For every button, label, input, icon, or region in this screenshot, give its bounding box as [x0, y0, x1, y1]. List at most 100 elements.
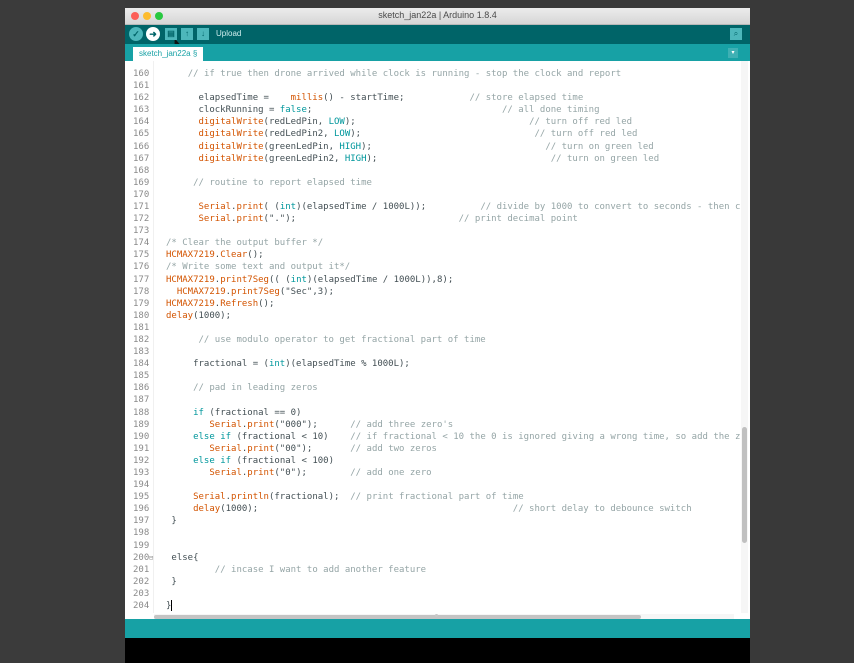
- code-function: HCMAX7219: [166, 274, 215, 285]
- vertical-scrollbar[interactable]: [741, 61, 748, 613]
- code-comment: // store elapsed time: [469, 93, 584, 104]
- line-number: 193: [133, 467, 150, 478]
- line-number: 171: [133, 201, 150, 212]
- code-line[interactable]: 185: [125, 370, 740, 382]
- code-line[interactable]: 196 delay(1000); // short delay to debou…: [125, 503, 740, 515]
- code-line[interactable]: 167 digitalWrite(greenLedPin2, HIGH); //…: [125, 153, 740, 165]
- code-line[interactable]: 178 HCMAX7219.print7Seg("Sec",3);: [125, 286, 740, 298]
- code-line[interactable]: 194: [125, 479, 740, 491]
- verify-button[interactable]: ✓: [129, 27, 143, 41]
- code-line[interactable]: 172 Serial.print("."); // print decimal …: [125, 213, 740, 225]
- code-line[interactable]: 168: [125, 165, 740, 177]
- code-comment: // divide by 1000 to convert to seconds …: [480, 201, 740, 212]
- code-line[interactable]: 186 // pad in leading zeros: [125, 382, 740, 394]
- code-editor[interactable]: 160 // if true then drone arrived while …: [125, 61, 750, 620]
- line-number: 199: [133, 540, 150, 551]
- code-line[interactable]: 176 /* Write some text and output it*/: [125, 261, 740, 273]
- code-line[interactable]: 173: [125, 225, 740, 237]
- pane-resize-handle[interactable]: [435, 614, 438, 617]
- code-function: digitalWrite: [198, 141, 264, 152]
- code-area[interactable]: 160 // if true then drone arrived while …: [125, 61, 740, 613]
- code-function: HCMAX7219: [166, 250, 215, 261]
- code-line[interactable]: 202 }: [125, 576, 740, 588]
- line-number: 185: [133, 371, 150, 382]
- code-line[interactable]: 189 Serial.print("000"); // add three ze…: [125, 419, 740, 431]
- code-line[interactable]: 192 else if (fractional < 100): [125, 455, 740, 467]
- fold-toggle-icon[interactable]: ⊟: [149, 552, 153, 564]
- code-function: print: [236, 214, 264, 225]
- code-line[interactable]: 204}: [125, 599, 740, 612]
- code-text: digitalWrite(redLedPin2, LOW); // turn o…: [166, 128, 638, 140]
- code-line[interactable]: 164 digitalWrite(redLedPin, LOW); // tur…: [125, 116, 740, 128]
- code-line[interactable]: 183: [125, 346, 740, 358]
- code-line[interactable]: 201 // incase I want to add another feat…: [125, 564, 740, 576]
- new-sketch-button[interactable]: ▤: [165, 28, 177, 40]
- code-line[interactable]: 199: [125, 540, 740, 552]
- code-line[interactable]: 182 // use modulo operator to get fracti…: [125, 334, 740, 346]
- code-line[interactable]: 177 HCMAX7219.print7Seg(( (int)(elapsedTi…: [125, 274, 740, 286]
- code-line[interactable]: 165 digitalWrite(redLedPin2, LOW); // tu…: [125, 128, 740, 140]
- code-keyword: else: [193, 455, 215, 466]
- code-line[interactable]: 162 elapsedTime = millis() - startTime; …: [125, 92, 740, 104]
- code-line[interactable]: 160 // if true then drone arrived while …: [125, 68, 740, 80]
- code-line[interactable]: 174 /* Clear the output buffer */: [125, 237, 740, 249]
- code-line[interactable]: 200 ⊟ else{: [125, 552, 740, 564]
- code-line[interactable]: 191 Serial.print("00"); // add two zeros: [125, 443, 740, 455]
- code-token: ("Sec",3);: [279, 286, 335, 297]
- code-token: }: [166, 576, 177, 587]
- code-comment: // turn off red led: [534, 129, 638, 140]
- code-line[interactable]: 198: [125, 527, 740, 539]
- code-line[interactable]: 175 HCMAX7219.Clear();: [125, 249, 740, 261]
- toolbar-hover-label: Upload: [216, 29, 242, 38]
- code-keyword: if: [220, 455, 232, 466]
- line-number: 203: [133, 588, 150, 599]
- tab-menu-button[interactable]: ▾: [728, 48, 738, 58]
- code-comment: // short delay to debounce switch: [512, 504, 692, 515]
- code-line[interactable]: 187: [125, 394, 740, 406]
- code-comment: // if true then drone arrived while cloc…: [187, 69, 622, 79]
- code-line[interactable]: 181: [125, 322, 740, 334]
- code-function: Serial: [209, 419, 242, 430]
- tab-sketch[interactable]: sketch_jan22a §: [133, 47, 204, 61]
- line-number: 160: [133, 69, 150, 79]
- code-line[interactable]: 171 Serial.print( (int)(elapsedTime / 10…: [125, 201, 740, 213]
- code-line[interactable]: 169 // routine to report elapsed time: [125, 177, 740, 189]
- code-line[interactable]: 193 Serial.print("0"); // add one zero: [125, 467, 740, 479]
- code-keyword: if: [220, 431, 232, 442]
- code-line[interactable]: 190 else if (fractional < 10) // if frac…: [125, 431, 740, 443]
- code-line[interactable]: 180 delay(1000);: [125, 310, 740, 322]
- code-line[interactable]: 195 Serial.println(fractional); // print…: [125, 491, 740, 503]
- code-function: Refresh: [220, 298, 259, 309]
- code-function: HCMAX7219: [166, 298, 215, 309]
- code-comment: // if fractional < 10 the 0 is ignored g…: [350, 431, 740, 442]
- title-bar[interactable]: sketch_jan22a | Arduino 1.8.4: [125, 8, 750, 25]
- code-text: fractional = (int)(elapsedTime % 1000L);: [166, 358, 410, 370]
- code-line[interactable]: 197 }: [125, 515, 740, 527]
- code-token: ("000");: [274, 419, 318, 430]
- code-token: )(elapsedTime / 1000L));: [296, 201, 427, 212]
- code-line[interactable]: 188 if (fractional == 0): [125, 407, 740, 419]
- code-line[interactable]: 170: [125, 189, 740, 201]
- code-line[interactable]: 179 HCMAX7219.Refresh();: [125, 298, 740, 310]
- upload-button[interactable]: ➜: [146, 27, 160, 41]
- code-line[interactable]: 203: [125, 588, 740, 600]
- open-sketch-button[interactable]: ↑: [181, 28, 193, 40]
- vertical-scroll-thumb[interactable]: [742, 427, 747, 544]
- code-function: millis: [290, 93, 324, 104]
- code-line[interactable]: 161: [125, 80, 740, 92]
- code-comment: // turn off red led: [529, 117, 633, 128]
- tab-bar: sketch_jan22a § ▾: [125, 44, 750, 61]
- code-line[interactable]: 184 fractional = (int)(elapsedTime % 100…: [125, 358, 740, 370]
- line-number: 173: [133, 226, 150, 237]
- code-line[interactable]: 166 digitalWrite(greenLedPin, HIGH); // …: [125, 141, 740, 153]
- code-text: }: [166, 599, 173, 612]
- serial-monitor-button[interactable]: ⌕: [730, 28, 742, 40]
- code-line[interactable]: 163 clockRunning = false; // all done ti…: [125, 104, 740, 116]
- save-sketch-button[interactable]: ↓: [197, 28, 209, 40]
